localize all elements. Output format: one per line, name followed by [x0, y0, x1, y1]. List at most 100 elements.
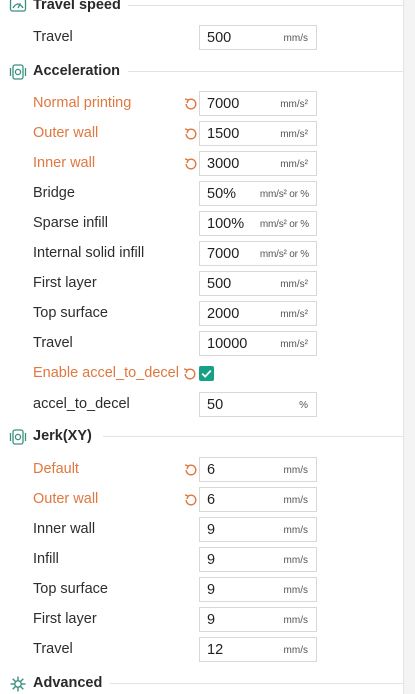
field-unit: mm/s² or % — [259, 219, 309, 230]
row-travel-speed-travel: Travel 500 mm/s — [0, 24, 403, 54]
reset-icon[interactable] — [183, 462, 199, 478]
reset-icon[interactable] — [183, 96, 199, 112]
field-unit: mm/s² or % — [259, 249, 309, 260]
jerk-default-input[interactable]: 6 mm/s — [199, 457, 317, 482]
section-title-travel-speed: Travel speed — [33, 0, 121, 13]
reset-icon[interactable] — [182, 366, 198, 382]
first-layer-accel-input[interactable]: 500 mm/s² — [199, 271, 317, 296]
jerk-icon — [9, 429, 27, 445]
field-value: 2000 — [207, 306, 240, 322]
label-jerk-inner-wall: Inner wall — [33, 521, 96, 537]
field-value: 10000 — [207, 336, 248, 352]
label-jerk-default: Default — [33, 461, 79, 477]
label-jerk-outer-wall: Outer wall — [33, 491, 99, 507]
reset-icon[interactable] — [183, 126, 199, 142]
row-top-surface-accel: Top surface 2000 mm/s² — [0, 300, 403, 330]
field-unit: mm/s — [283, 33, 308, 44]
jerk-top-surface-input[interactable]: 9 mm/s — [199, 577, 317, 602]
jerk-inner-wall-input[interactable]: 9 mm/s — [199, 517, 317, 542]
field-value: 7000 — [207, 246, 240, 262]
acceleration-icon — [9, 64, 27, 80]
field-unit: mm/s — [283, 645, 308, 656]
reset-icon[interactable] — [183, 156, 199, 172]
field-unit: % — [299, 400, 308, 411]
row-accel-to-decel: accel_to_decel 50 % — [0, 391, 403, 421]
field-value: 9 — [207, 552, 216, 568]
field-unit: mm/s² — [280, 279, 308, 290]
field-value: 500 — [207, 276, 232, 292]
row-bridge-accel: Bridge 50% mm/s² or % — [0, 180, 403, 210]
top-surface-accel-input[interactable]: 2000 mm/s² — [199, 301, 317, 326]
field-unit: mm/s² — [280, 159, 308, 170]
jerk-travel-input[interactable]: 12 mm/s — [199, 637, 317, 662]
row-enable-accel-to-decel: Enable accel_to_decel — [0, 360, 403, 390]
section-divider — [128, 71, 403, 72]
travel-accel-input[interactable]: 10000 mm/s² — [199, 331, 317, 356]
field-unit: mm/s² — [280, 339, 308, 350]
field-value: 100% — [207, 216, 245, 232]
field-value: 9 — [207, 522, 216, 538]
row-normal-printing: Normal printing 7000 mm/s² — [0, 90, 403, 120]
row-inner-wall-accel: Inner wall 3000 mm/s² — [0, 150, 403, 180]
field-value: 3000 — [207, 156, 240, 172]
section-title-acceleration: Acceleration — [33, 63, 121, 79]
section-jerk[interactable]: Jerk(XY) — [0, 425, 403, 449]
row-travel-accel: Travel 10000 mm/s² — [0, 330, 403, 360]
inner-wall-accel-input[interactable]: 3000 mm/s² — [199, 151, 317, 176]
jerk-outer-wall-input[interactable]: 6 mm/s — [199, 487, 317, 512]
checkmark-icon — [201, 369, 212, 378]
field-unit: mm/s² — [280, 309, 308, 320]
travel-speed-input[interactable]: 500 mm/s — [199, 25, 317, 50]
row-jerk-default: Default 6 mm/s — [0, 456, 403, 486]
label-jerk-infill: Infill — [33, 551, 59, 567]
label-internal-solid-infill-accel: Internal solid infill — [33, 245, 145, 261]
advanced-icon — [10, 676, 26, 692]
row-jerk-infill: Infill 9 mm/s — [0, 546, 403, 576]
field-unit: mm/s — [283, 585, 308, 596]
jerk-first-layer-input[interactable]: 9 mm/s — [199, 607, 317, 632]
label-normal-printing: Normal printing — [33, 95, 132, 111]
accel-to-decel-input[interactable]: 50 % — [199, 392, 317, 417]
internal-solid-infill-accel-input[interactable]: 7000 mm/s² or % — [199, 241, 317, 266]
field-unit: mm/s² — [280, 129, 308, 140]
bridge-accel-input[interactable]: 50% mm/s² or % — [199, 181, 317, 206]
label-jerk-first-layer: First layer — [33, 611, 97, 627]
field-value: 500 — [207, 30, 232, 46]
field-value: 6 — [207, 492, 216, 508]
vertical-scrollbar[interactable] — [403, 0, 415, 694]
label-sparse-infill-accel: Sparse infill — [33, 215, 108, 231]
field-value: 1500 — [207, 126, 240, 142]
field-unit: mm/s — [283, 465, 308, 476]
field-value: 9 — [207, 612, 216, 628]
section-acceleration[interactable]: Acceleration — [0, 60, 403, 84]
enable-accel-to-decel-checkbox[interactable] — [199, 366, 214, 381]
field-unit: mm/s — [283, 615, 308, 626]
label-jerk-travel: Travel — [33, 641, 73, 657]
label-first-layer-accel: First layer — [33, 275, 97, 291]
jerk-infill-input[interactable]: 9 mm/s — [199, 547, 317, 572]
label-inner-wall-accel: Inner wall — [33, 155, 96, 171]
field-unit: mm/s — [283, 555, 308, 566]
field-value: 50 — [207, 397, 224, 413]
section-travel-speed[interactable]: Travel speed — [0, 0, 403, 18]
outer-wall-accel-input[interactable]: 1500 mm/s² — [199, 121, 317, 146]
label-bridge-accel: Bridge — [33, 185, 75, 201]
reset-icon[interactable] — [183, 492, 199, 508]
row-internal-solid-infill-accel: Internal solid infill 7000 mm/s² or % — [0, 240, 403, 270]
row-first-layer-accel: First layer 500 mm/s² — [0, 270, 403, 300]
field-value: 50% — [207, 186, 237, 202]
label-travel-speed: Travel — [33, 29, 73, 45]
section-divider — [128, 5, 403, 6]
row-sparse-infill-accel: Sparse infill 100% mm/s² or % — [0, 210, 403, 240]
speed-settings-panel: Travel speed Travel 500 mm/s Acceleratio… — [0, 0, 403, 694]
field-value: 7000 — [207, 96, 240, 112]
field-unit: mm/s — [283, 525, 308, 536]
sparse-infill-accel-input[interactable]: 100% mm/s² or % — [199, 211, 317, 236]
section-title-jerk: Jerk(XY) — [33, 428, 92, 444]
row-jerk-inner-wall: Inner wall 9 mm/s — [0, 516, 403, 546]
normal-printing-accel-input[interactable]: 7000 mm/s² — [199, 91, 317, 116]
speedometer-icon — [9, 0, 27, 12]
section-advanced[interactable]: Advanced — [0, 672, 403, 694]
field-value: 6 — [207, 462, 216, 478]
label-travel-accel: Travel — [33, 335, 73, 351]
